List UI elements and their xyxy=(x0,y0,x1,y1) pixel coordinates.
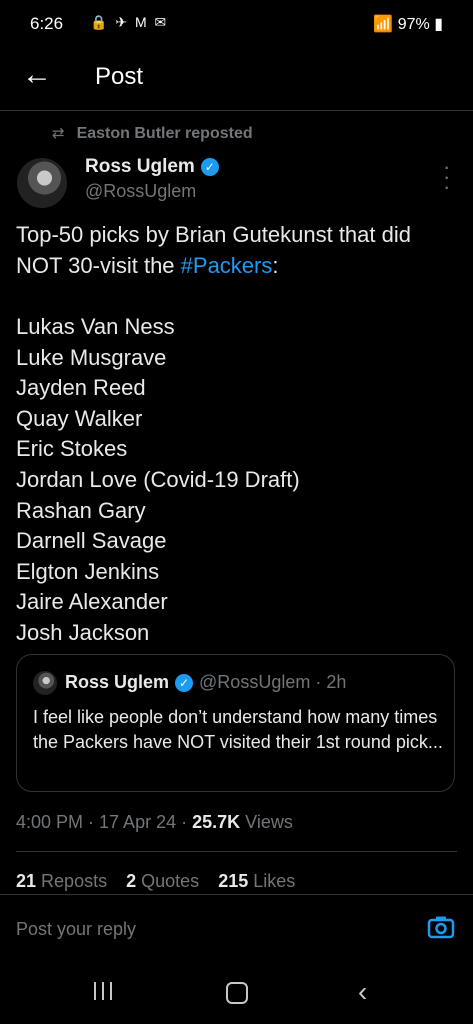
list-item: Josh Jackson xyxy=(16,619,150,645)
nav-back-icon[interactable]: ‹ xyxy=(358,976,367,1008)
list-item: Quay Walker xyxy=(16,405,143,431)
top-bar: ← Post xyxy=(0,52,473,111)
quote-card[interactable]: Ross Uglem ✓ @RossUglem · 2h I feel like p… xyxy=(16,654,455,792)
avatar[interactable] xyxy=(17,158,67,208)
status-bar: 6:26 🔒 ✈ M ✉ 📶 97% ▮ xyxy=(0,0,473,52)
reply-input[interactable]: Post your reply xyxy=(16,919,136,940)
quotes-label: Quotes xyxy=(141,871,200,891)
list-item: Jordan Love (Covid-19 Draft) xyxy=(16,466,300,492)
page-title: Post xyxy=(95,63,144,90)
likes-label: Likes xyxy=(253,871,296,891)
camera-icon[interactable] xyxy=(427,915,455,944)
list-item: Jayden Reed xyxy=(16,375,146,401)
quotes-count: 2 xyxy=(126,871,137,891)
quote-header: Ross Uglem ✓ @RossUglem · 2h xyxy=(65,672,346,693)
post-time-date: 4:00 PM · 17 Apr 24 · xyxy=(16,812,193,832)
author-handle[interactable]: @RossUglem xyxy=(85,181,196,202)
home-icon[interactable] xyxy=(226,982,248,1004)
back-arrow-icon[interactable]: ← xyxy=(22,60,52,90)
system-status: 📶 97% ▮ xyxy=(373,14,443,34)
notification-icons: 🔒 ✈ M ✉ xyxy=(90,14,169,30)
verified-icon: ✓ xyxy=(175,674,194,692)
recents-icon[interactable] xyxy=(94,982,114,1000)
timestamp-line: 4:00 PM · 17 Apr 24 · 25.7K Views xyxy=(16,812,293,833)
reply-bar: Post your reply xyxy=(0,894,473,957)
status-time: 6:26 xyxy=(30,14,64,33)
repost-icon: ⇄ xyxy=(52,125,65,142)
quotes-stat[interactable]: 2 Quotes xyxy=(126,871,199,891)
tweet-text-colon: : xyxy=(272,252,279,278)
verified-icon: ✓ xyxy=(200,158,219,176)
stats-row: 21 Reposts 2 Quotes 215 Likes xyxy=(16,871,295,892)
list-item: Eric Stokes xyxy=(16,436,128,462)
repost-indicator[interactable]: ⇄ Easton Butler reposted xyxy=(52,124,253,143)
views-count: 25.7K xyxy=(192,812,241,832)
list-item: Lukas Van Ness xyxy=(16,314,175,339)
system-nav-bar: ‹ xyxy=(0,956,473,1024)
reposts-label: Reposts xyxy=(41,871,108,891)
likes-stat[interactable]: 215 Likes xyxy=(218,871,295,891)
divider xyxy=(16,851,457,852)
views-label: Views xyxy=(240,812,293,832)
list-item: Elgton Jenkins xyxy=(16,558,160,584)
repost-text: Easton Butler reposted xyxy=(76,125,253,142)
quote-avatar xyxy=(33,671,57,695)
tweet-text: Top-50 picks by Brian Gutekunst that did… xyxy=(16,220,456,649)
author-name[interactable]: Ross Uglem xyxy=(85,156,195,177)
quote-handle-time: @RossUglem · 2h xyxy=(199,672,347,692)
quote-author-name: Ross Uglem xyxy=(65,672,170,692)
battery-icon: ▮ xyxy=(434,16,443,33)
hashtag-link[interactable]: #Packers xyxy=(181,253,273,278)
list-item: Jaire Alexander xyxy=(16,589,168,615)
reposts-count: 21 xyxy=(16,871,37,891)
more-icon[interactable]: · · · xyxy=(443,156,450,198)
quote-text: I feel like people don’t understand how … xyxy=(33,707,443,752)
list-item: Luke Musgrave xyxy=(16,344,167,370)
reposts-stat[interactable]: 21 Reposts xyxy=(16,871,107,891)
pick-list: Lukas Van Ness Luke Musgrave Jayden Reed… xyxy=(16,312,456,649)
list-item: Darnell Savage xyxy=(16,528,167,554)
likes-count: 215 xyxy=(218,871,249,891)
signal-icon: 📶 xyxy=(373,16,394,33)
battery-level: 97% xyxy=(397,16,430,33)
author-name-row[interactable]: Ross Uglem ✓ xyxy=(85,156,219,178)
list-item: Rashan Gary xyxy=(16,497,146,523)
